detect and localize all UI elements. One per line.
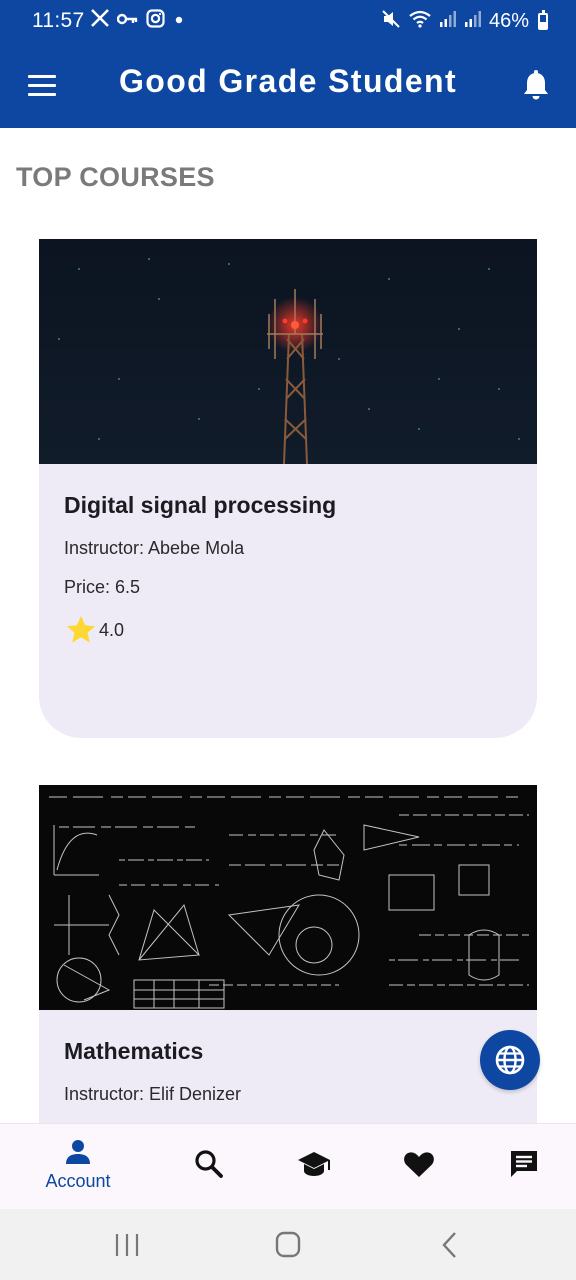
status-bar: 11:57 46% (0, 0, 576, 44)
home-icon (275, 1231, 301, 1258)
course-price: Price: 6.5 (64, 577, 141, 597)
signal-icon (439, 10, 457, 33)
status-system-icons: 46% (381, 8, 548, 34)
signal-icon (464, 10, 482, 33)
notifications-button[interactable] (516, 66, 556, 106)
course-title: Mathematics (64, 1038, 204, 1064)
search-icon (195, 1150, 223, 1178)
home-button[interactable] (268, 1227, 308, 1263)
nav-favorites[interactable] (364, 1124, 474, 1210)
bottom-navigation: Account (0, 1123, 576, 1209)
nav-messages[interactable] (469, 1124, 576, 1210)
nav-courses[interactable] (259, 1124, 369, 1210)
recents-button[interactable] (107, 1227, 147, 1263)
course-rating: 4.0 (65, 614, 124, 646)
nav-account-label: Account (45, 1171, 111, 1191)
globe-icon (495, 1045, 525, 1075)
battery-level: 46% (488, 9, 529, 32)
status-time: 11:57 (32, 9, 85, 32)
course-image (39, 785, 537, 1010)
graduation-cap-icon (298, 1152, 330, 1176)
chat-icon (511, 1151, 537, 1177)
heart-icon (404, 1152, 434, 1177)
course-card[interactable]: Digital signal processing Instructor: Ab… (39, 239, 537, 738)
course-image (39, 239, 537, 464)
section-title: TOP COURSES (16, 162, 215, 192)
mute-icon (381, 9, 401, 34)
back-icon (442, 1232, 456, 1258)
app-bar: Good Grade Student (0, 44, 576, 128)
x-icon (90, 8, 110, 34)
star-icon (67, 616, 95, 643)
instagram-icon (146, 8, 165, 34)
key-icon (116, 9, 139, 33)
course-instructor: Instructor: Elif Denizer (64, 1084, 242, 1104)
app-title: Good Grade Student (118, 63, 458, 99)
course-instructor: Instructor: Abebe Mola (64, 538, 245, 558)
recents-icon (115, 1234, 139, 1256)
nav-search[interactable] (154, 1124, 264, 1210)
back-button[interactable] (430, 1227, 470, 1263)
person-icon (66, 1140, 90, 1164)
status-notification-icons (90, 8, 186, 34)
language-button[interactable] (480, 1030, 540, 1090)
course-title: Digital signal processing (64, 492, 337, 518)
battery-icon (538, 9, 548, 30)
bell-icon (524, 70, 548, 100)
rating-value: 4.0 (99, 619, 125, 640)
wifi-icon (408, 9, 432, 34)
dot-icon (172, 9, 186, 33)
nav-account[interactable]: Account (23, 1124, 133, 1210)
system-navigation-bar (0, 1209, 576, 1280)
